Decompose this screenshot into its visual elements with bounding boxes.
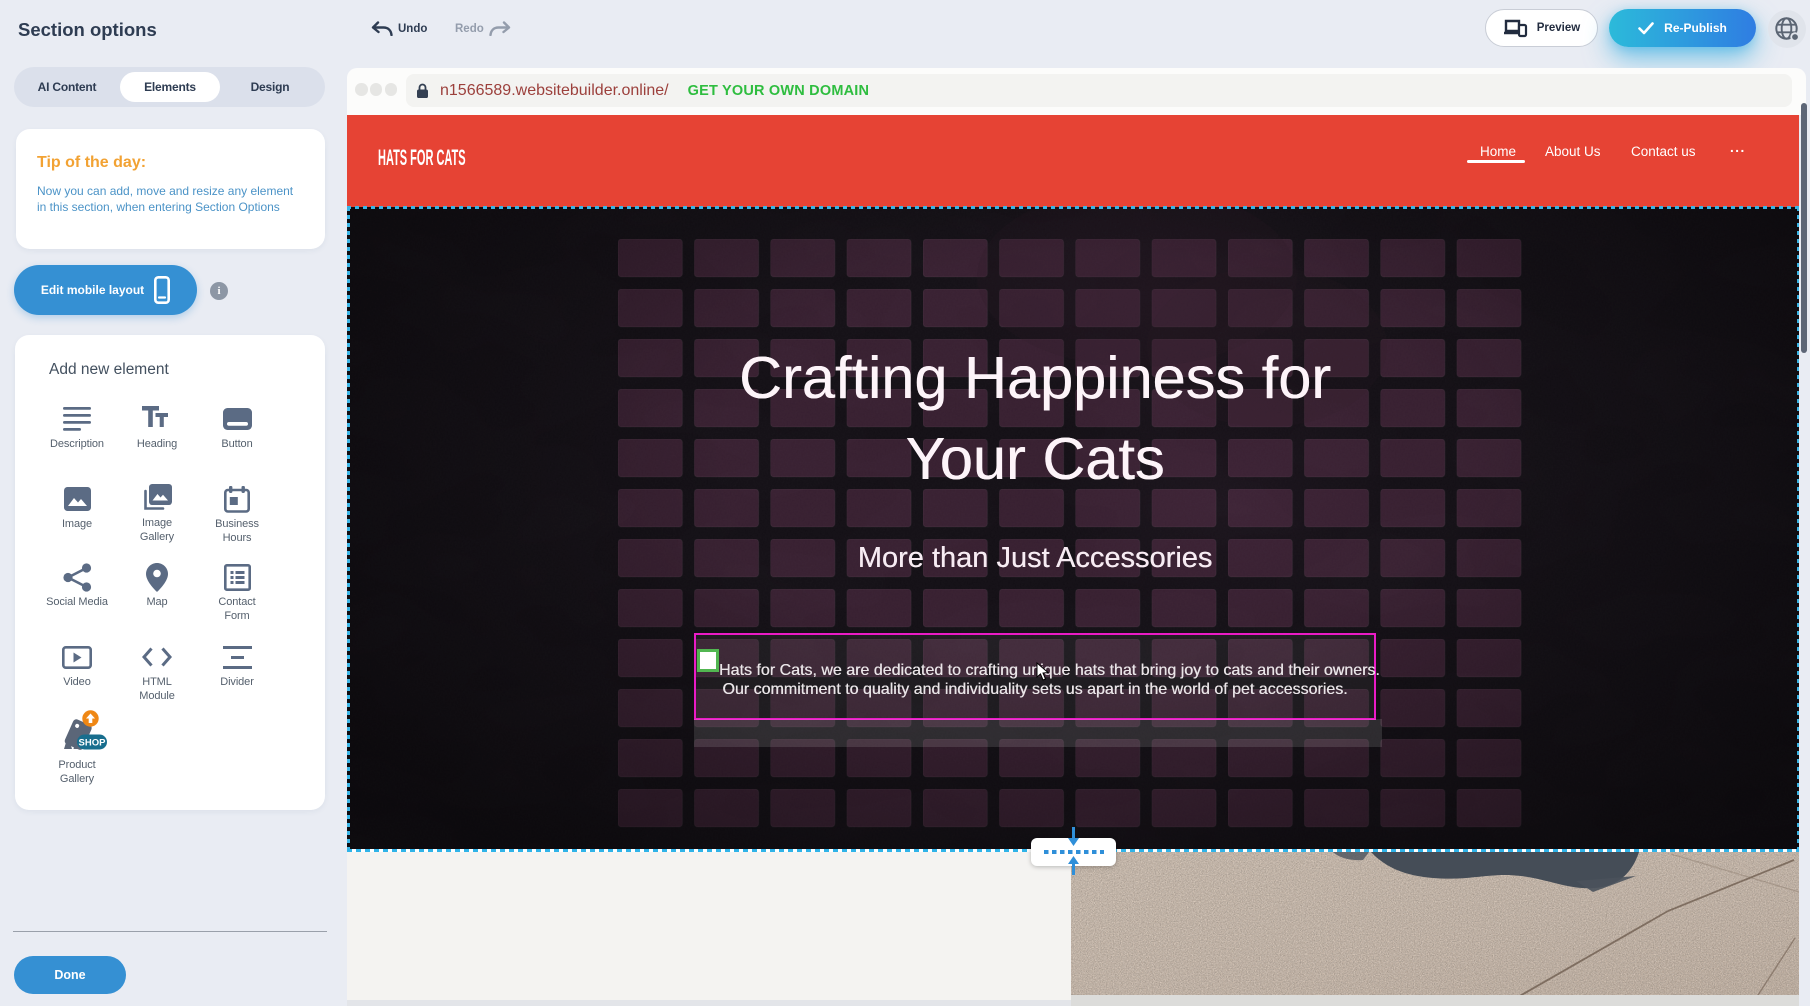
svg-text:SHOP: SHOP <box>79 737 107 748</box>
